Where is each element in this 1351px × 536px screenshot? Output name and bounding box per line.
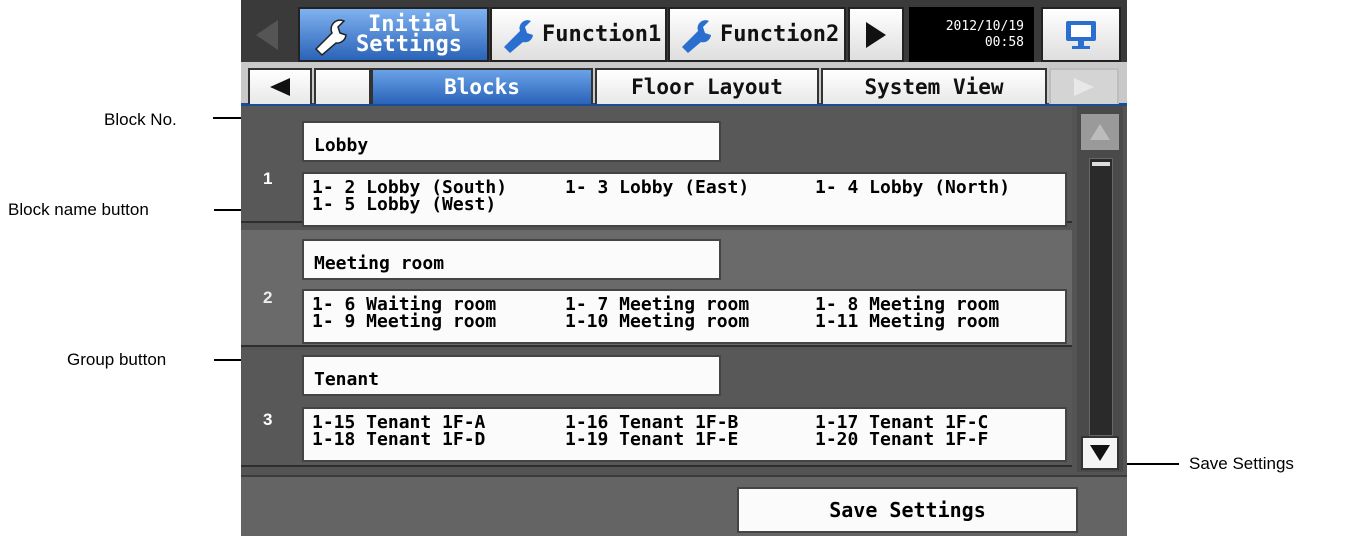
block-number: 3 <box>263 410 273 429</box>
scroll-down-button[interactable] <box>1081 436 1119 470</box>
subtab-blank[interactable] <box>314 68 371 104</box>
sub-tab-bar: Blocks Floor Layout System View <box>241 62 1127 106</box>
triangle-right-icon <box>1074 78 1094 96</box>
tab-system-view[interactable]: System View <box>821 68 1047 104</box>
tab-function2[interactable]: Function2 <box>668 7 846 62</box>
block-row: 2 Meeting room 1- 6 Waiting room 1- 7 Mee… <box>241 230 1072 347</box>
tab-initial-settings-line2: Settings <box>356 31 462 57</box>
time-text: 00:58 <box>984 35 1024 50</box>
wrench-icon <box>504 19 533 53</box>
tab-floor-layout-label: Floor Layout <box>631 75 783 99</box>
block-row: 3 Tenant 1-15 Tenant 1F-A 1-16 Tenant 1F-… <box>241 350 1072 467</box>
footer-bar: Save Settings <box>241 475 1127 536</box>
subtab-prev-button[interactable] <box>248 68 312 104</box>
tab-initial-settings[interactable]: Initial Settings <box>298 7 489 62</box>
block-list: 1 Lobby 1- 2 Lobby (South) 1- 3 Lobby (Ea… <box>241 106 1127 472</box>
tab-blocks[interactable]: Blocks <box>371 68 593 104</box>
tab-blocks-label: Blocks <box>444 75 520 99</box>
tab-system-view-label: System View <box>864 75 1004 99</box>
date-text: 2012/10/19 <box>945 19 1024 34</box>
save-settings-button[interactable]: Save Settings <box>737 487 1078 533</box>
group-button[interactable]: 1- 2 Lobby (South) 1- 3 Lobby (East) 1- 4 … <box>302 172 1067 227</box>
group-button[interactable]: 1-15 Tenant 1F-A 1-16 Tenant 1F-B 1-17 Ten… <box>302 407 1067 462</box>
block-number: 1 <box>263 169 273 188</box>
scrollbar[interactable] <box>1077 106 1123 472</box>
wrench-icon <box>314 18 347 56</box>
scroll-up-button[interactable] <box>1081 114 1119 150</box>
tab-function2-label: Function2 <box>720 22 840 47</box>
tab-floor-layout[interactable]: Floor Layout <box>595 68 819 104</box>
wrench-icon <box>682 19 711 53</box>
tab-function1[interactable]: Function1 <box>490 7 667 62</box>
group-button[interactable]: 1- 6 Waiting room 1- 7 Meeting room 1- 8 M… <box>302 289 1067 344</box>
monitor-icon <box>1066 20 1096 49</box>
controller-screen: Initial Settings Function1 Function2 201… <box>241 0 1127 536</box>
block-number: 2 <box>263 288 273 307</box>
tab-function1-label: Function1 <box>542 22 662 47</box>
scroll-thumb[interactable] <box>1092 162 1110 166</box>
triangle-left-icon <box>270 78 290 96</box>
triangle-left-icon <box>256 20 278 50</box>
subtab-next-button[interactable] <box>1049 68 1119 104</box>
triangle-right-icon <box>866 21 886 48</box>
block-name-button[interactable]: Lobby <box>302 121 721 162</box>
scroll-track[interactable] <box>1089 158 1113 436</box>
block-name-button[interactable]: Tenant <box>302 355 721 396</box>
triangle-up-icon <box>1090 124 1110 140</box>
block-name-button[interactable]: Meeting room <box>302 239 721 280</box>
menu-next-button[interactable] <box>848 7 904 62</box>
monitor-button[interactable] <box>1041 7 1121 62</box>
clock-display: 2012/10/19 00:58 <box>909 7 1034 62</box>
triangle-down-icon <box>1090 445 1110 461</box>
menu-prev-button[interactable] <box>249 14 285 56</box>
block-row: 1 Lobby 1- 2 Lobby (South) 1- 3 Lobby (Ea… <box>241 106 1072 227</box>
